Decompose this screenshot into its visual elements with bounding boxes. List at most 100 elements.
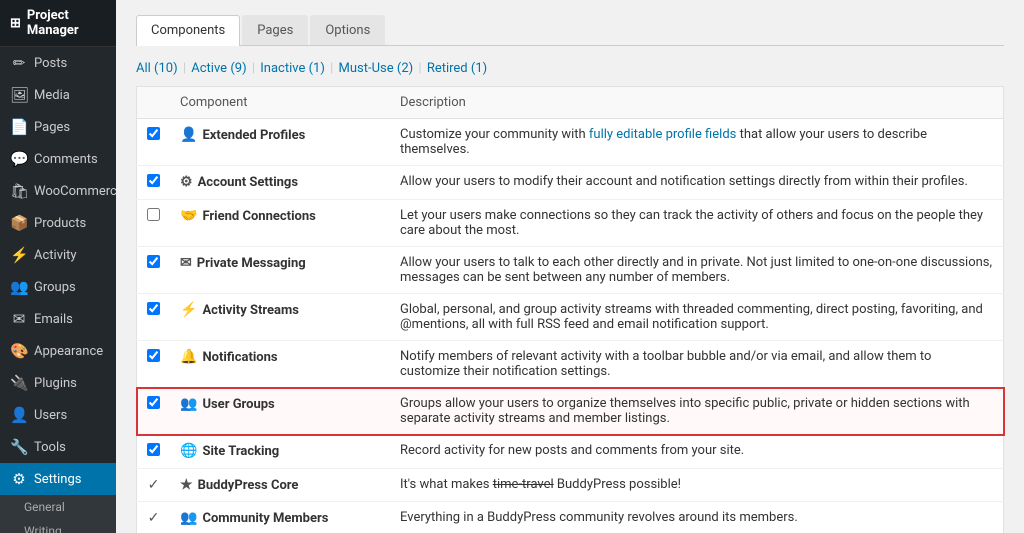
sidebar-item-appearance[interactable]: 🎨 Appearance — [0, 335, 116, 367]
private-messaging-desc: Allow your users to talk to each other d… — [390, 247, 1004, 294]
sidebar-item-settings[interactable]: ⚙ Settings — [0, 463, 116, 495]
filter-active[interactable]: Active (9) — [191, 61, 246, 76]
table-row: 🌐 Site Tracking Record activity for new p… — [137, 435, 1004, 469]
sidebar-item-tools[interactable]: 🔧 Tools — [0, 431, 116, 463]
account-settings-icon: ⚙ — [180, 174, 193, 190]
sidebar-item-woocommerce[interactable]: 🛍 WooCommerce — [0, 175, 116, 207]
filter-inactive[interactable]: Inactive (1) — [260, 61, 325, 76]
table-row: 👤Extended Profiles Customize your commun… — [137, 119, 1004, 166]
strikethrough-text: time-travel — [493, 477, 554, 492]
sidebar-media-label: Media — [34, 88, 70, 103]
table-row: ✉Private Messaging Allow your users to t… — [137, 247, 1004, 294]
filter-mustuse[interactable]: Must-Use (2) — [339, 61, 414, 76]
sidebar-item-plugins[interactable]: 🔌 Plugins — [0, 367, 116, 399]
sep1: | — [183, 61, 189, 76]
users-icon: 👤 — [10, 406, 28, 424]
fully-editable-link[interactable]: fully editable profile fields — [589, 127, 736, 142]
tab-components[interactable]: Components — [136, 15, 240, 46]
products-icon: 📦 — [10, 214, 28, 232]
table-row: 🤝Friend Connections Let your users make … — [137, 200, 1004, 247]
sidebar-item-comments[interactable]: 💬 Comments — [0, 143, 116, 175]
col-check — [137, 87, 171, 119]
activity-icon: ⚡ — [10, 246, 28, 264]
sidebar-appearance-label: Appearance — [34, 344, 103, 359]
friend-connections-desc: Let your users make connections so they … — [390, 200, 1004, 247]
check-community-members: ✓ — [148, 510, 160, 526]
sidebar-item-activity[interactable]: ⚡ Activity — [0, 239, 116, 271]
sidebar-logo: ⊞ Project Manager — [0, 0, 116, 47]
buddypress-core-name: BuddyPress Core — [198, 478, 299, 493]
checkbox-site-tracking[interactable] — [147, 443, 160, 456]
table-row: ✓ ★ BuddyPress Core It's what makes time-… — [137, 469, 1004, 502]
notifications-desc: Notify members of relevant activity with… — [390, 341, 1004, 388]
table-row: 🔔Notifications Notify members of relevan… — [137, 341, 1004, 388]
filter-inactive-count: (1) — [309, 61, 325, 76]
sidebar-item-groups[interactable]: 👥 Groups — [0, 271, 116, 303]
checkbox-extended-profiles[interactable] — [147, 127, 160, 140]
community-members-name: Community Members — [202, 511, 328, 526]
site-tracking-name: Site Tracking — [202, 444, 279, 459]
sidebar-item-pages[interactable]: 📄 Pages — [0, 111, 116, 143]
components-table: Component Description 👤Extended Profiles… — [136, 86, 1004, 533]
community-members-icon: 👥 — [180, 510, 197, 526]
settings-icon: ⚙ — [10, 470, 28, 488]
user-groups-name: User Groups — [202, 397, 274, 412]
sidebar: ⊞ Project Manager ✏ Posts 🖼 Media 📄 Page… — [0, 0, 116, 533]
user-groups-desc: Groups allow your users to organize them… — [390, 388, 1004, 435]
checkbox-account-settings[interactable] — [147, 174, 160, 187]
sidebar-item-products[interactable]: 📦 Products — [0, 207, 116, 239]
filter-all[interactable]: All (10) — [136, 61, 178, 76]
sidebar-plugins-label: Plugins — [34, 376, 77, 391]
friend-connections-name: Friend Connections — [202, 209, 315, 224]
media-icon: 🖼 — [10, 86, 28, 104]
sidebar-item-media[interactable]: 🖼 Media — [0, 79, 116, 111]
sidebar-groups-label: Groups — [34, 280, 76, 295]
sidebar-item-users[interactable]: 👤 Users — [0, 399, 116, 431]
tab-pages[interactable]: Pages — [242, 15, 308, 45]
sidebar-item-emails[interactable]: ✉ Emails — [0, 303, 116, 335]
check-buddypress-core: ✓ — [148, 477, 160, 493]
checkbox-activity-streams[interactable] — [147, 302, 160, 315]
sep4: | — [418, 61, 424, 76]
sidebar-tools-label: Tools — [34, 440, 66, 455]
notifications-name: Notifications — [202, 350, 277, 365]
sidebar-sub-general[interactable]: General — [0, 495, 116, 519]
site-tracking-icon: 🌐 — [180, 443, 197, 459]
tools-icon: 🔧 — [10, 438, 28, 456]
table-row: ✓ 👥 Community Members Everything in a Bud… — [137, 502, 1004, 533]
appearance-icon: 🎨 — [10, 342, 28, 360]
posts-icon: ✏ — [10, 54, 28, 72]
sidebar-item-posts[interactable]: ✏ Posts — [0, 47, 116, 79]
checkbox-private-messaging[interactable] — [147, 255, 160, 268]
table-row: 👥User Groups Groups allow your users to … — [137, 388, 1004, 435]
sidebar-settings-label: Settings — [34, 472, 81, 487]
extended-profiles-name: Extended Profiles — [202, 128, 305, 143]
account-settings-name: Account Settings — [198, 175, 298, 190]
sidebar-sub-writing[interactable]: Writing — [0, 519, 116, 533]
activity-streams-icon: ⚡ — [180, 302, 197, 318]
filter-retired[interactable]: Retired (1) — [427, 61, 487, 76]
sidebar-woocommerce-label: WooCommerce — [34, 184, 116, 199]
filter-retired-count: (1) — [471, 61, 487, 76]
tab-bar: Components Pages Options — [136, 15, 1004, 46]
comments-icon: 💬 — [10, 150, 28, 168]
community-members-desc: Everything in a BuddyPress community rev… — [390, 502, 1004, 533]
buddypress-core-icon: ★ — [180, 477, 193, 493]
plugins-icon: 🔌 — [10, 374, 28, 392]
tab-options[interactable]: Options — [310, 15, 385, 45]
settings-submenu: General Writing Reading Discussion Media… — [0, 495, 116, 533]
logo-text: Project Manager — [27, 8, 106, 38]
checkbox-friend-connections[interactable] — [147, 208, 160, 221]
private-messaging-name: Private Messaging — [197, 256, 306, 271]
buddypress-core-desc: It's what makes time-travel BuddyPress p… — [390, 469, 1004, 502]
checkbox-notifications[interactable] — [147, 349, 160, 362]
sidebar-posts-label: Posts — [34, 56, 67, 71]
activity-streams-name: Activity Streams — [202, 303, 299, 318]
col-description: Description — [390, 87, 1004, 119]
pages-icon: 📄 — [10, 118, 28, 136]
sidebar-activity-label: Activity — [34, 248, 77, 263]
checkbox-user-groups[interactable] — [147, 396, 160, 409]
main-content: Components Pages Options All (10) | Acti… — [116, 0, 1024, 533]
sidebar-emails-label: Emails — [34, 312, 73, 327]
site-tracking-desc: Record activity for new posts and commen… — [390, 435, 1004, 469]
